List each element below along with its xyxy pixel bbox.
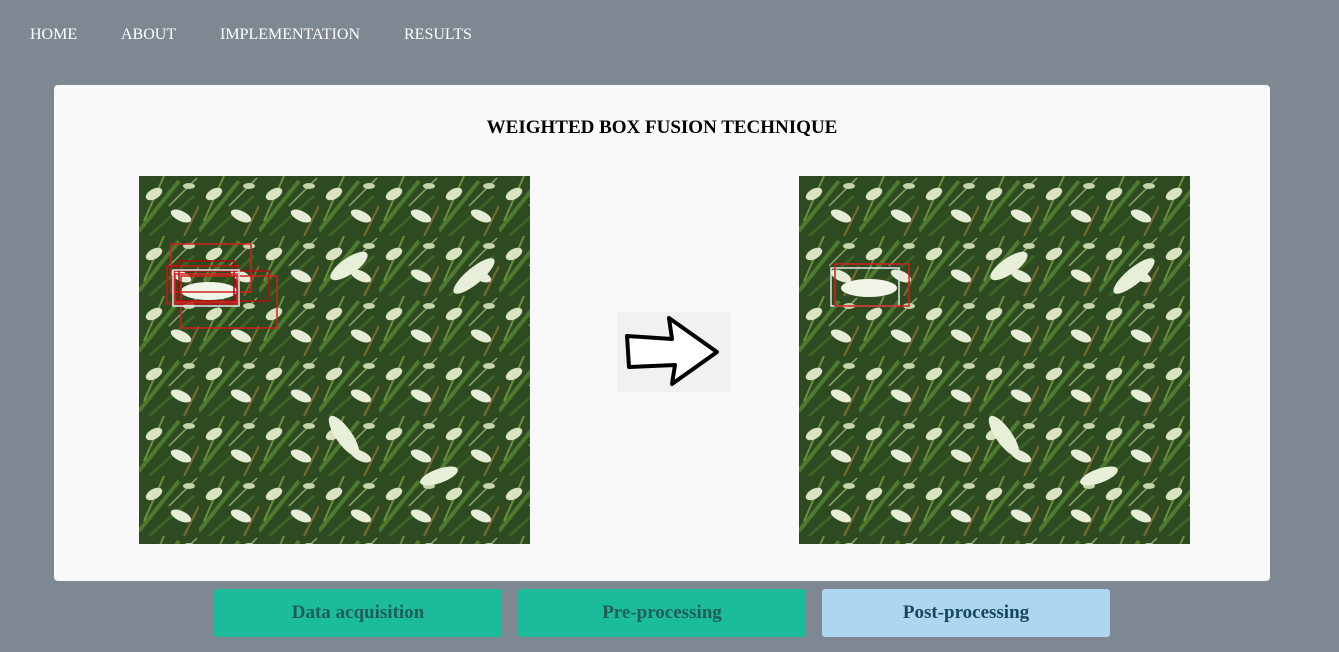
process-tabs: Data acquisition Pre-processing Post-pro… <box>0 589 1339 637</box>
tab-label: Pre-processing <box>602 602 722 623</box>
nav-home[interactable]: HOME <box>30 26 77 44</box>
page-title: WEIGHTED BOX FUSION TECHNIQUE <box>486 117 838 138</box>
nav-implementation[interactable]: IMPLEMENTATION <box>220 26 360 44</box>
wheat-image-after <box>799 176 1190 544</box>
wheat-image-before <box>139 176 530 544</box>
content-card: WEIGHTED BOX FUSION TECHNIQUE <box>54 85 1270 581</box>
right-arrow-icon <box>617 312 730 392</box>
nav-about[interactable]: ABOUT <box>121 26 176 44</box>
wheat-field-graphic <box>139 176 530 544</box>
nav-results[interactable]: RESULTS <box>404 26 472 44</box>
tab-data-acquisition[interactable]: Data acquisition <box>214 589 502 637</box>
tab-label: Post-processing <box>902 602 1030 623</box>
wheat-field-graphic <box>799 176 1190 544</box>
top-nav: HOME ABOUT IMPLEMENTATION RESULTS <box>0 0 1339 70</box>
tab-label: Data acquisition <box>291 602 425 623</box>
tab-post-processing[interactable]: Post-processing <box>822 589 1110 637</box>
tab-pre-processing[interactable]: Pre-processing <box>518 589 806 637</box>
